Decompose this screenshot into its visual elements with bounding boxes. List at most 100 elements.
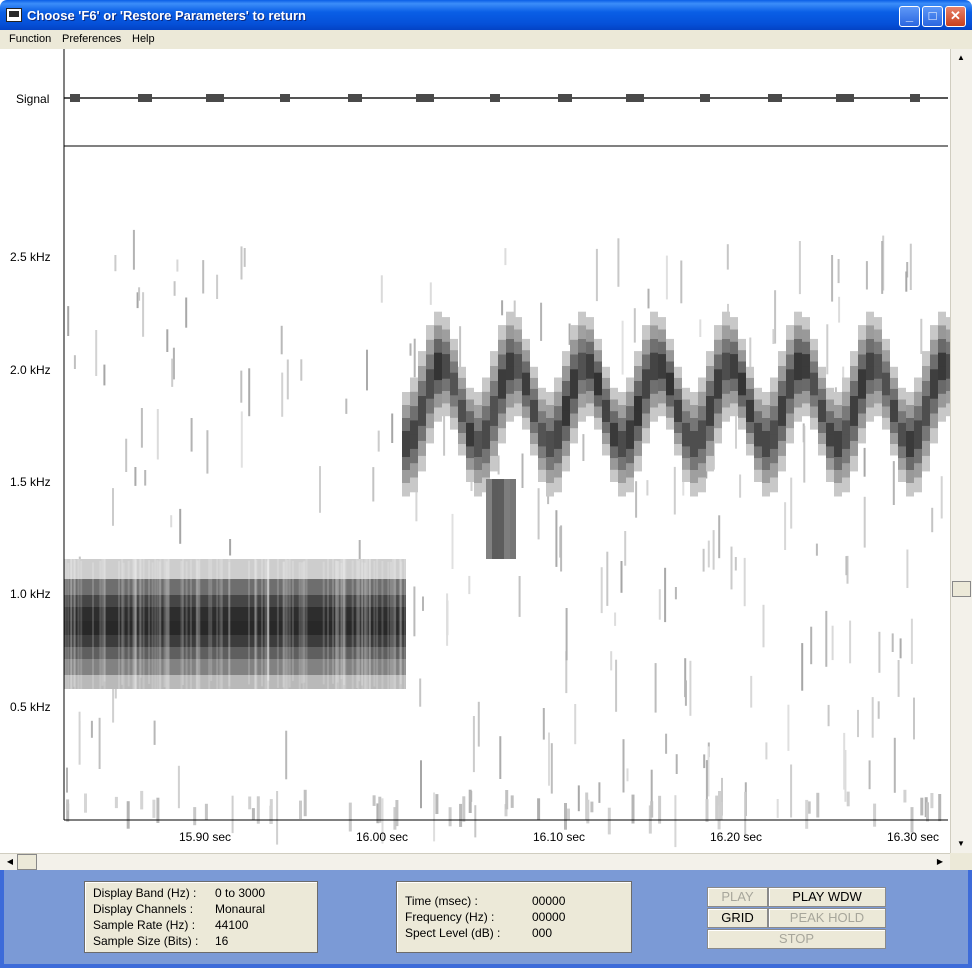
warble-cell (738, 417, 746, 430)
warble-cell (682, 434, 690, 447)
warble-cell (794, 311, 802, 326)
warble-cell (418, 366, 426, 382)
noise-streak (377, 430, 380, 452)
tone-band-texture (156, 560, 159, 706)
warble-cell (602, 422, 610, 434)
warble-cell (546, 431, 554, 445)
warble-cell (562, 410, 570, 427)
warble-cell (778, 440, 786, 457)
warble-cell (818, 422, 826, 434)
y-tick-label: 2.0 kHz (10, 363, 51, 377)
warble-cell (722, 325, 730, 340)
play-button[interactable]: PLAY (707, 887, 768, 907)
noise-streak (166, 329, 169, 352)
warble-cell (754, 446, 762, 459)
tone-band-texture (103, 555, 106, 698)
warble-cell (506, 325, 514, 340)
noise-streak (590, 801, 594, 813)
warble-cell (906, 470, 914, 484)
warble-cell (730, 354, 738, 367)
tone-band-texture (127, 560, 130, 687)
warble-cell (938, 393, 946, 408)
horizontal-scrollbar[interactable]: ◀ ▶ (0, 853, 950, 870)
warble-cell (802, 329, 810, 343)
peak-hold-button[interactable]: PEAK HOLD (768, 908, 886, 928)
warble-cell (778, 381, 786, 397)
warble-cell (674, 422, 682, 434)
warble-cell (810, 417, 818, 430)
menu-help[interactable]: Help (132, 33, 155, 45)
tone-band-texture (122, 562, 125, 719)
warble-cell (538, 422, 546, 436)
noise-streak (606, 551, 609, 606)
warble-cell (826, 411, 834, 424)
x-tick-label: 16.30 sec (887, 830, 939, 844)
horizontal-scroll-thumb[interactable] (17, 854, 37, 870)
tone-band-texture (220, 557, 223, 697)
noise-streak (248, 796, 252, 810)
warble-cell (442, 378, 450, 392)
menu-preferences[interactable]: Preferences (62, 33, 121, 45)
warble-cell (594, 350, 602, 362)
warble-cell (778, 455, 786, 472)
tone-band-texture (248, 560, 250, 685)
noise-streak (633, 308, 636, 343)
warble-cell (594, 361, 602, 374)
spectrogram-plot-area[interactable]: Signal 2.5 kHz 2.0 kHz 1.5 kHz 1.0 kHz 0… (0, 49, 950, 853)
warble-cell (642, 369, 650, 385)
warble-cell (698, 434, 706, 450)
y-tick-label: 0.5 kHz (10, 700, 51, 714)
play-window-button[interactable]: PLAY WDW (768, 887, 886, 907)
warble-cell (482, 434, 490, 450)
scroll-up-button[interactable]: ▲ (951, 49, 971, 67)
noise-streak (413, 586, 416, 637)
warble-cell (754, 399, 762, 412)
warble-cell (834, 483, 842, 497)
stop-button[interactable]: STOP (707, 929, 886, 949)
sample-rate-label: Sample Rate (Hz) : (93, 918, 196, 932)
menu-function[interactable]: Function (9, 33, 51, 45)
warble-cell (426, 413, 434, 429)
noise-streak (863, 447, 866, 477)
warble-cell (674, 433, 682, 445)
warble-cell (578, 311, 586, 326)
warble-cell (802, 391, 810, 404)
scroll-right-button[interactable]: ▶ (932, 854, 948, 870)
noise-streak (422, 596, 424, 611)
warble-cell (922, 366, 930, 382)
warble-cell (538, 469, 546, 482)
warble-cell (922, 455, 930, 472)
noise-streak (240, 246, 243, 280)
warble-cell (746, 410, 754, 423)
warble-cell (706, 366, 714, 382)
warble-cell (602, 410, 610, 423)
vertical-scrollbar[interactable]: ▲ ▼ (950, 49, 972, 853)
warble-cell (738, 338, 746, 351)
tone-band-texture (381, 560, 384, 710)
maximize-icon: □ (928, 8, 937, 23)
close-button[interactable]: ✕ (945, 6, 966, 27)
grid-button[interactable]: GRID (707, 908, 768, 928)
noise-streak (468, 575, 471, 595)
noise-streak (153, 720, 156, 745)
scroll-down-button[interactable]: ▼ (951, 835, 971, 853)
warble-cell (698, 391, 706, 407)
warble-cell (834, 431, 842, 445)
maximize-button[interactable]: □ (922, 6, 943, 27)
noise-streak (940, 476, 943, 519)
warble-cell (698, 406, 706, 421)
warble-cell (474, 431, 482, 445)
vertical-scroll-thumb[interactable] (952, 581, 971, 597)
scroll-left-button[interactable]: ◀ (2, 854, 18, 870)
warble-cell (730, 391, 738, 404)
noise-streak (826, 324, 829, 375)
warble-cell (866, 393, 874, 408)
noise-streak (114, 796, 118, 809)
title-bar[interactable]: Choose 'F6' or 'Restore Parameters' to r… (0, 0, 972, 30)
warble-cell (810, 372, 818, 385)
warble-cell (474, 392, 482, 406)
noise-streak (790, 477, 793, 529)
warble-cell (594, 417, 602, 430)
warble-cell (794, 393, 802, 408)
minimize-button[interactable]: _ (899, 6, 920, 27)
